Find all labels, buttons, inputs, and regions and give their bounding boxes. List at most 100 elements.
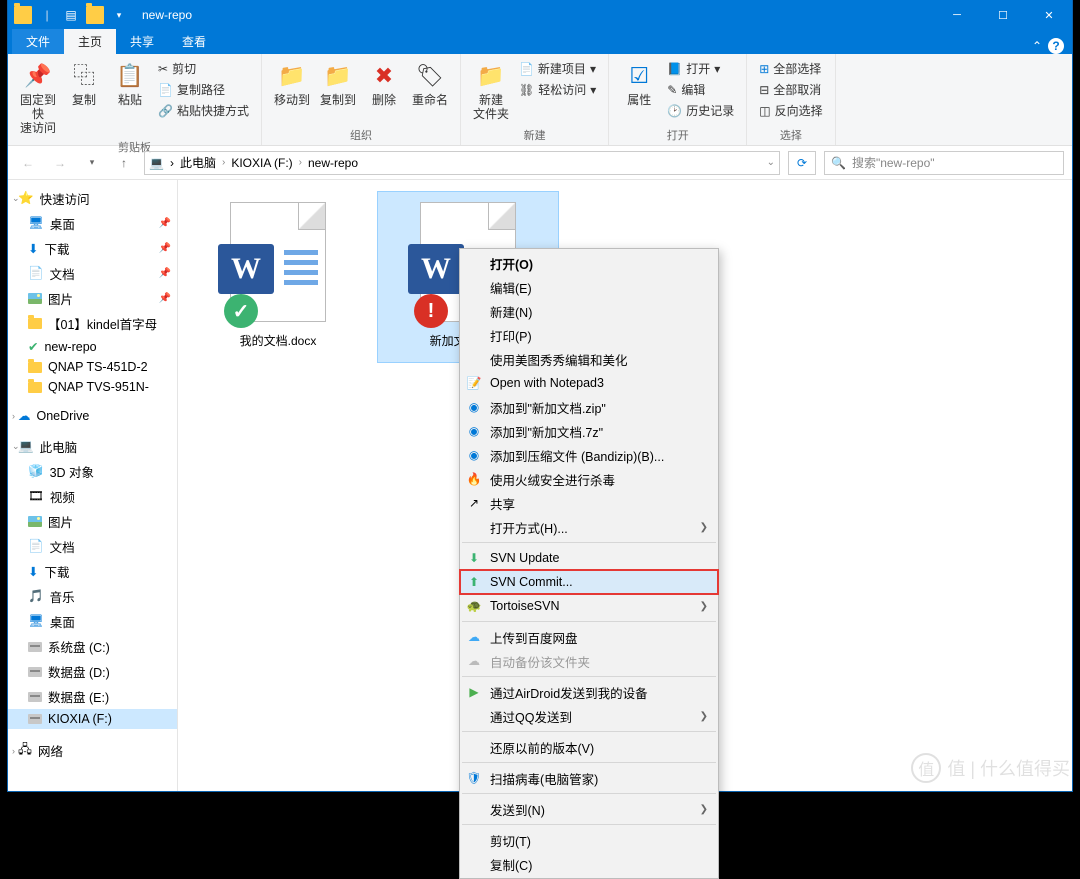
edit-button[interactable]: ✎编辑 (667, 81, 734, 98)
menu-bandizip[interactable]: ◉添加到压缩文件 (Bandizip)(B)... (460, 443, 718, 467)
tab-view[interactable]: 查看 (168, 29, 220, 54)
menu-print[interactable]: 打印(P) (460, 323, 718, 347)
ribbon-collapse-icon[interactable]: ⌃ (1032, 39, 1042, 53)
svn-commit-icon: ⬆ (466, 574, 482, 590)
menu-zip[interactable]: ◉添加到"新加文档.zip" (460, 395, 718, 419)
menu-svn-update[interactable]: ⬇SVN Update (460, 546, 718, 570)
nav-back-button[interactable]: ← (16, 151, 40, 175)
menu-openwith[interactable]: 打开方式(H)...❯ (460, 515, 718, 539)
menu-scan[interactable]: 🛡扫描病毒(电脑管家) (460, 766, 718, 790)
menu-new[interactable]: 新建(N) (460, 299, 718, 323)
moveto-icon: 📁 (276, 60, 308, 92)
pin-icon: 📌 (159, 218, 171, 229)
sidebar-item-docs[interactable]: 📄文档 (8, 534, 177, 559)
selectnone-button[interactable]: ⊟全部取消 (759, 81, 822, 98)
paste-button[interactable]: 📋粘贴 (108, 58, 152, 110)
crumb-folder[interactable]: new-repo (308, 156, 358, 170)
sidebar-onedrive[interactable]: ›☁ OneDrive (8, 405, 177, 426)
menu-notepad3[interactable]: 📝Open with Notepad3 (460, 371, 718, 395)
crumb-drive[interactable]: KIOXIA (F:) (231, 156, 292, 170)
menu-sendto[interactable]: 发送到(N)❯ (460, 797, 718, 821)
sidebar-item-newrepo[interactable]: ✔new-repo (8, 336, 177, 357)
menu-svn-commit[interactable]: ⬆SVN Commit... (460, 570, 718, 594)
history-button[interactable]: 🕑历史记录 (667, 102, 734, 119)
sidebar-item-qnap2[interactable]: QNAP TVS-951N- (8, 377, 177, 397)
copyto-button[interactable]: 📁复制到 (316, 58, 360, 110)
addr-dropdown-icon[interactable]: ⌄ (767, 157, 775, 168)
nav-up-button[interactable]: ↑ (112, 151, 136, 175)
sidebar-thispc[interactable]: ⌄💻 此电脑 (8, 434, 177, 459)
sidebar-item-music[interactable]: 🎵音乐 (8, 584, 177, 609)
rename-button[interactable]: 🏷重命名 (408, 58, 452, 110)
menu-copy[interactable]: 复制(C) (460, 852, 718, 876)
titlebar: | ▤ ▾ new-repo ─ ☐ ✕ (8, 0, 1072, 30)
sidebar-quickaccess[interactable]: ⌄⭐ 快速访问 (8, 186, 177, 211)
invertselect-button[interactable]: ◫反向选择 (759, 102, 822, 119)
rename-icon: 🏷 (414, 60, 446, 92)
crumb-thispc[interactable]: 此电脑 (180, 154, 216, 171)
sidebar-item-downloads[interactable]: ⬇下载📌 (8, 236, 177, 261)
tab-home[interactable]: 主页 (64, 29, 116, 54)
sidebar-network[interactable]: ›🖧 网络 (8, 737, 177, 764)
qat-newfolder-icon[interactable] (86, 6, 104, 24)
sidebar-item-pics[interactable]: 图片 (8, 509, 177, 534)
minimize-button[interactable]: ─ (934, 0, 980, 30)
delete-button[interactable]: ✖删除 (362, 58, 406, 110)
tab-file[interactable]: 文件 (12, 29, 64, 54)
qat-properties-icon[interactable]: ▤ (62, 6, 80, 24)
menu-baidu[interactable]: ☁上传到百度网盘 (460, 625, 718, 649)
sidebar-item-f[interactable]: KIOXIA (F:) (8, 709, 177, 729)
bandizip-icon: ◉ (466, 447, 482, 463)
menu-qq[interactable]: 通过QQ发送到❯ (460, 704, 718, 728)
menu-meitu[interactable]: 使用美图秀秀编辑和美化 (460, 347, 718, 371)
newfolder-button[interactable]: 📁新建 文件夹 (469, 58, 513, 124)
menu-open[interactable]: 打开(O) (460, 251, 718, 275)
sidebar-item-kindel[interactable]: 【01】kindel首字母 (8, 311, 177, 336)
copy-button[interactable]: ⿻复制 (62, 58, 106, 110)
menu-airdroid[interactable]: ▶通过AirDroid发送到我的设备 (460, 680, 718, 704)
file-item[interactable]: W ✓ 我的文档.docx (188, 192, 368, 362)
search-box[interactable]: 🔍 搜索"new-repo" (824, 151, 1064, 175)
organize-group-label: 组织 (350, 125, 372, 143)
sidebar-item-desk[interactable]: 🖥桌面 (8, 609, 177, 634)
selectnone-icon: ⊟ (759, 83, 769, 97)
breadcrumb-bar[interactable]: 💻› 此电脑› KIOXIA (F:)› new-repo ⌄ (144, 151, 780, 175)
moveto-button[interactable]: 📁移动到 (270, 58, 314, 110)
properties-button[interactable]: ☑属性 (617, 58, 661, 110)
tab-share[interactable]: 共享 (116, 29, 168, 54)
pasteshortcut-button[interactable]: 🔗粘贴快捷方式 (158, 102, 249, 119)
pin-quickaccess-button[interactable]: 📌固定到快 速访问 (16, 58, 60, 137)
menu-restore[interactable]: 还原以前的版本(V) (460, 735, 718, 759)
cut-button[interactable]: ✂剪切 (158, 60, 249, 77)
menu-edit[interactable]: 编辑(E) (460, 275, 718, 299)
search-placeholder: 搜索"new-repo" (852, 154, 935, 171)
qat-dropdown-icon[interactable]: ▾ (110, 6, 128, 24)
newitem-button[interactable]: 📄新建项目 ▾ (519, 60, 596, 77)
copypath-button[interactable]: 📄复制路径 (158, 81, 249, 98)
selectall-button[interactable]: ⊞全部选择 (759, 60, 822, 77)
address-bar: ← → ▾ ↑ 💻› 此电脑› KIOXIA (F:)› new-repo ⌄ … (8, 146, 1072, 180)
sidebar-item-3d[interactable]: 🧊3D 对象 (8, 459, 177, 484)
sidebar-item-desktop[interactable]: 🖥桌面📌 (8, 211, 177, 236)
sidebar-item-d[interactable]: 数据盘 (D:) (8, 659, 177, 684)
open-button[interactable]: 📘打开 ▾ (667, 60, 734, 77)
sidebar-item-qnap1[interactable]: QNAP TS-451D-2 (8, 357, 177, 377)
help-icon[interactable]: ? (1048, 38, 1064, 54)
close-button[interactable]: ✕ (1026, 0, 1072, 30)
easyaccess-button[interactable]: ⛓轻松访问 ▾ (519, 81, 596, 98)
sidebar-item-e[interactable]: 数据盘 (E:) (8, 684, 177, 709)
sidebar-item-videos[interactable]: 🎞视频 (8, 484, 177, 509)
sidebar-item-pictures[interactable]: 图片📌 (8, 286, 177, 311)
menu-share[interactable]: ↗共享 (460, 491, 718, 515)
sidebar-item-c[interactable]: 系统盘 (C:) (8, 634, 177, 659)
menu-cut[interactable]: 剪切(T) (460, 828, 718, 852)
nav-recent-button[interactable]: ▾ (80, 151, 104, 175)
menu-huorong[interactable]: 🔥使用火绒安全进行杀毒 (460, 467, 718, 491)
nav-forward-button[interactable]: → (48, 151, 72, 175)
sidebar-item-documents[interactable]: 📄文档📌 (8, 261, 177, 286)
refresh-button[interactable]: ⟳ (788, 151, 816, 175)
menu-tortoisesvn[interactable]: 🐢TortoiseSVN❯ (460, 594, 718, 618)
maximize-button[interactable]: ☐ (980, 0, 1026, 30)
menu-7z[interactable]: ◉添加到"新加文档.7z" (460, 419, 718, 443)
sidebar-item-dl[interactable]: ⬇下载 (8, 559, 177, 584)
